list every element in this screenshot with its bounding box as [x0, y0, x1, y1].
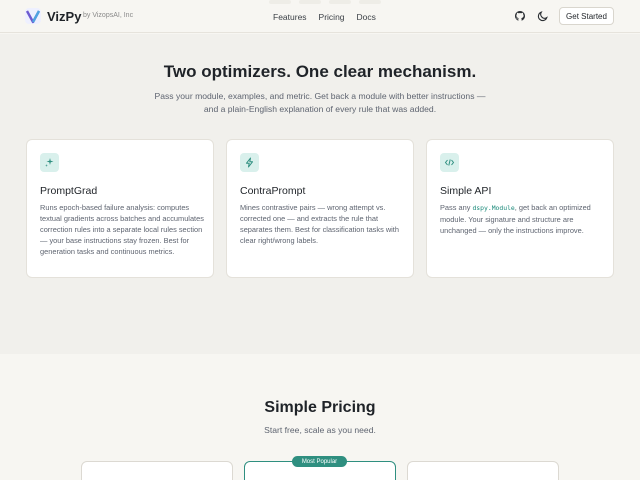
nav-features[interactable]: Features [273, 12, 307, 22]
pricing-title: Simple Pricing [264, 399, 376, 416]
pricing-card-1[interactable] [81, 461, 233, 480]
feature-card-title: PromptGrad [40, 185, 98, 197]
top-nav-bar: VizPy by VizopsAI, Inc Features Pricing … [0, 0, 640, 33]
features-subtitle-line2: and a plain-English explanation of every… [203, 103, 437, 114]
bolt-icon [240, 153, 259, 172]
sparkles-icon [40, 153, 59, 172]
features-subtitle-line1: Pass your module, examples, and metric. … [154, 91, 486, 101]
feature-card-title: ContraPrompt [240, 185, 306, 197]
feature-card-body: Runs epoch-based failure analysis: compu… [40, 203, 204, 257]
code-icon [440, 153, 459, 172]
feature-card-title: Simple API [440, 185, 492, 197]
logo-icon[interactable] [24, 7, 42, 25]
features-subtitle: Pass your module, examples, and metric. … [140, 90, 500, 116]
feature-card-simple-api: Simple API Pass any dspy.Module, get bac… [426, 139, 614, 278]
feature-card-body: Mines contrastive pairs — wrong attempt … [240, 203, 399, 246]
brand-byline: by VizopsAI, Inc [83, 12, 134, 19]
pricing-subtitle: Start free, scale as you need. [264, 425, 376, 435]
feature-card-contraprompt: ContraPrompt Mines contrastive pairs — w… [226, 139, 414, 278]
feature-card-body: Pass any dspy.Module, get back an optimi… [440, 202, 608, 236]
most-popular-badge: Most Popular [292, 456, 347, 467]
github-icon[interactable] [514, 10, 526, 22]
inline-code: dspy.Module [472, 204, 515, 212]
feature-card-body-text: Pass any [440, 203, 473, 212]
feature-card-promptgrad: PromptGrad Runs epoch-based failure anal… [26, 139, 214, 278]
moon-icon[interactable] [537, 10, 549, 22]
brand-name[interactable]: VizPy [47, 9, 81, 24]
pricing-card-3[interactable] [407, 461, 559, 480]
nav-pricing[interactable]: Pricing [319, 12, 345, 22]
nav-docs[interactable]: Docs [357, 12, 376, 22]
main-nav: Features Pricing Docs [273, 12, 376, 22]
decorative-strip [240, 0, 410, 8]
get-started-button[interactable]: Get Started [559, 7, 614, 25]
features-title: Two optimizers. One clear mechanism. [163, 62, 477, 81]
